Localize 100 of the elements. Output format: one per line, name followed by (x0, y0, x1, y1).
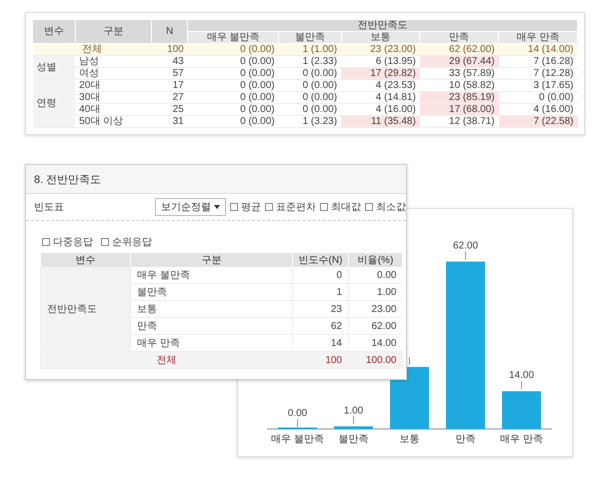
column-header: 변수 (32, 20, 76, 44)
checkbox[interactable] (101, 238, 109, 246)
checkbox[interactable] (42, 238, 50, 246)
table-cell: 만족 (130, 318, 292, 334)
table-cell: 0 (0.00) (188, 44, 279, 56)
table-cell: 불만족 (130, 284, 292, 300)
data-label: 62.00 (452, 240, 478, 252)
table-cell: 100 (292, 352, 348, 368)
table-cell: 57 (151, 68, 188, 80)
checkbox[interactable] (320, 203, 328, 211)
data-label: 0.00 (288, 408, 308, 419)
table-cell: 7 (22.58) (498, 116, 578, 128)
table-cell: 0 (0.00) (188, 116, 279, 128)
checkbox[interactable] (230, 203, 238, 211)
stat-checkbox[interactable]: 최소값 (365, 200, 406, 214)
table-cell: 43 (151, 56, 188, 68)
table-cell: 전반만족도 (40, 267, 130, 352)
axis-label: 매우 불만족 (271, 434, 324, 445)
table-cell: 0 (0.00) (278, 92, 342, 104)
table-cell: 20대 (75, 80, 152, 92)
table-cell: 0 (0.00) (278, 104, 342, 116)
stat-checkbox[interactable]: 최대값 (320, 200, 361, 214)
table-cell: 29 (67.44) (420, 56, 499, 68)
table-cell: 0 (0.00) (188, 92, 279, 104)
table-cell: 성별 (32, 56, 76, 80)
table-cell: 4 (14.81) (341, 92, 420, 104)
section-label: 빈도표 (34, 201, 64, 214)
table-cell: 23 (85.19) (420, 92, 499, 104)
table-cell: 여성 (75, 68, 152, 80)
panel-title: 8. 전반만족도 (34, 174, 102, 186)
table-cell: 31 (151, 116, 188, 128)
table-cell: 23.00 (348, 300, 402, 318)
response-checkbox[interactable]: 순위응답 (101, 235, 152, 249)
bar (502, 391, 541, 429)
data-label: 1.00 (344, 405, 364, 416)
stat-checkbox[interactable]: 표준편차 (265, 200, 316, 214)
sort-dropdown[interactable]: 보기순정렬 (155, 198, 226, 216)
stat-checkbox[interactable]: 평균 (230, 200, 261, 214)
table-cell: 100.00 (348, 352, 402, 368)
caret-icon (214, 205, 220, 209)
table-cell: 7 (16.28) (498, 56, 578, 68)
bar (334, 426, 373, 429)
table-cell: 0 (0.00) (188, 56, 279, 68)
table-cell: 33 (57.89) (420, 68, 499, 80)
column-header: N (151, 20, 188, 44)
table-cell: 12 (38.71) (420, 116, 499, 128)
axis-label: 불만족 (338, 434, 368, 445)
table-cell: 17 (68.00) (420, 104, 499, 116)
table-cell: 0 (0.00) (278, 80, 342, 92)
table-cell: 보통 (130, 300, 292, 318)
table-cell: 4 (23.53) (341, 80, 420, 92)
table-cell: 25 (151, 104, 188, 116)
column-header: 구분 (130, 253, 292, 267)
column-header: 구분 (75, 20, 152, 44)
table-cell: 0.00 (348, 267, 402, 284)
data-label: 14.00 (508, 370, 534, 382)
response-checkbox[interactable]: 다중응답 (42, 235, 93, 249)
table-cell: 3 (17.65) (498, 80, 578, 92)
table-cell: 30대 (75, 92, 152, 104)
table-cell: 62 (292, 318, 348, 334)
table-cell: 1 (2.33) (278, 56, 342, 68)
column-header: 불만족 (278, 32, 342, 44)
table-cell: 27 (151, 92, 188, 104)
column-header: 변수 (40, 253, 130, 267)
table-cell: 0 (0.00) (188, 80, 279, 92)
axis-label: 만족 (456, 434, 476, 445)
axis-label: 보통 (400, 434, 420, 445)
table-cell: 23 (23.00) (341, 44, 420, 56)
column-header: 만족 (420, 32, 499, 44)
table-cell: 17 (151, 80, 188, 92)
table-cell: 남성 (75, 56, 152, 68)
table-cell: 0 (0.00) (498, 92, 578, 104)
table-cell: 0 (292, 267, 348, 284)
checkbox[interactable] (265, 203, 273, 211)
column-header: 매우 불만족 (188, 32, 279, 44)
table-cell: 전체 (32, 44, 152, 56)
column-header: 매우 만족 (498, 32, 578, 44)
table-cell: 14 (14.00) (498, 44, 578, 56)
table-cell: 11 (35.48) (341, 116, 420, 128)
table-cell: 0 (0.00) (188, 68, 279, 80)
table-cell: 50대 이상 (75, 116, 152, 128)
checkbox[interactable] (365, 203, 373, 211)
table-cell: 62.00 (348, 318, 402, 334)
column-header: 전반만족도 (188, 20, 578, 32)
table-cell: 연령 (32, 80, 76, 128)
table-cell: 100 (151, 44, 188, 56)
table-cell: 23 (292, 300, 348, 318)
column-header: 비율(%) (348, 253, 402, 267)
table-cell: 0 (0.00) (188, 104, 279, 116)
table-cell: 매우 불만족 (130, 267, 292, 284)
table-cell: 62 (62.00) (420, 44, 499, 56)
axis-label: 매우 만족 (500, 434, 543, 445)
column-header: 보통 (341, 32, 420, 44)
table-cell: 1 (292, 284, 348, 300)
table-cell: 전체 (40, 352, 292, 368)
table-cell: 40대 (75, 104, 152, 116)
table-cell: 1.00 (348, 284, 402, 300)
table-cell: 1 (1.00) (278, 44, 342, 56)
table-cell: 17 (29.82) (341, 68, 420, 80)
table-cell: 7 (12.28) (498, 68, 578, 80)
